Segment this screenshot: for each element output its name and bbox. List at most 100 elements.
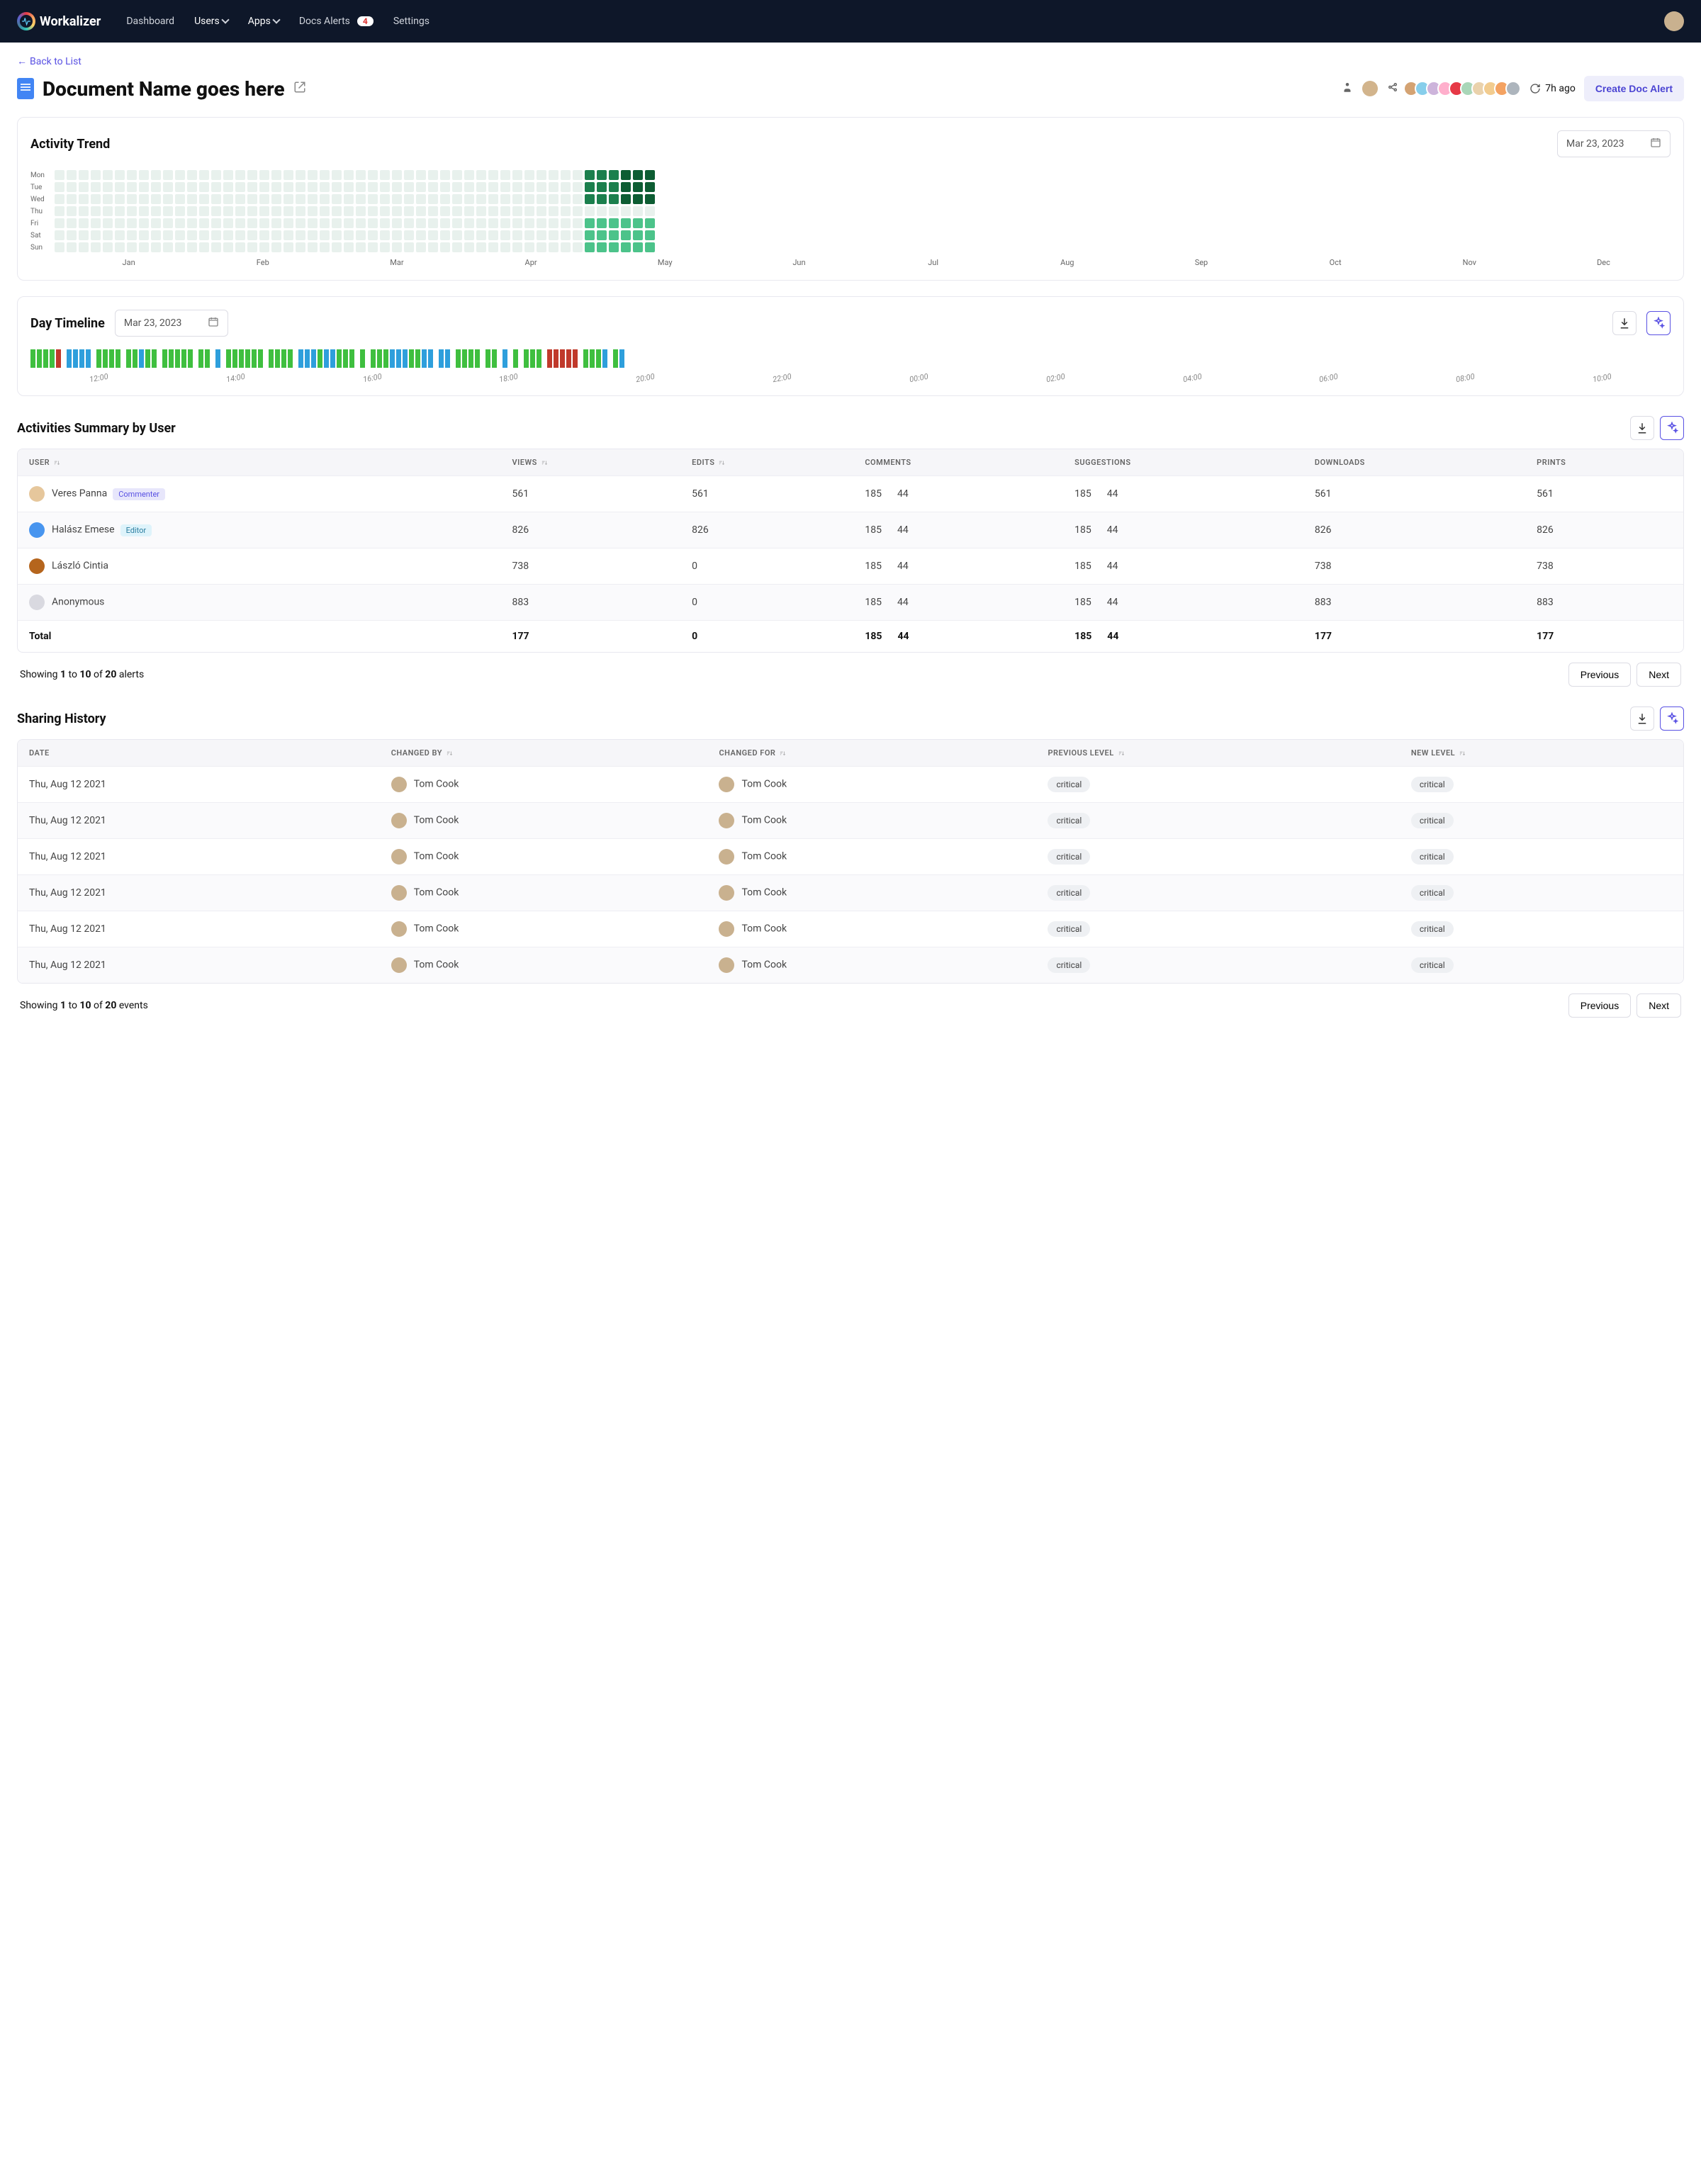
user-name: László Cintia: [52, 561, 108, 572]
timeline-hour-labels: 12:0014:0016:0018:0020:0022:0000:0002:00…: [30, 373, 1671, 383]
user-avatar: [391, 777, 407, 792]
shared-with: [1386, 81, 1521, 96]
user-avatar: [391, 813, 407, 828]
col-header[interactable]: CHANGED FOR: [707, 740, 1036, 767]
nav-users[interactable]: Users: [194, 16, 228, 27]
col-header[interactable]: PRINTS: [1525, 449, 1683, 476]
ai-summary-button[interactable]: [1660, 416, 1684, 440]
ai-summary-button[interactable]: [1646, 311, 1671, 335]
new-level-badge: critical: [1411, 777, 1454, 792]
logo-icon: [17, 12, 35, 30]
day-timeline-title: Day Timeline: [30, 316, 105, 331]
role-badge: Commenter: [113, 488, 165, 500]
next-button[interactable]: Next: [1637, 663, 1681, 687]
alerts-badge: 4: [357, 16, 374, 26]
changed-by: Tom Cook: [414, 779, 459, 790]
date-cell: Thu, Aug 12 2021: [18, 875, 380, 911]
brand-text: Workalizer: [40, 14, 101, 29]
col-header[interactable]: USER: [18, 449, 500, 476]
next-button[interactable]: Next: [1637, 994, 1681, 1018]
col-header[interactable]: NEW LEVEL: [1400, 740, 1683, 767]
nav-apps[interactable]: Apps: [248, 16, 279, 27]
activity-date-picker[interactable]: Mar 23, 2023: [1557, 130, 1671, 157]
nav-label: Dashboard: [126, 16, 174, 27]
activity-heatmap: [55, 170, 1671, 252]
previous-button[interactable]: Previous: [1568, 994, 1631, 1018]
nav-docs-alerts[interactable]: Docs Alerts4: [299, 16, 374, 27]
timeline-date-picker[interactable]: Mar 23, 2023: [115, 310, 228, 337]
changed-for: Tom Cook: [741, 815, 787, 826]
date-cell: Thu, Aug 12 2021: [18, 803, 380, 839]
shared-avatar: [1505, 81, 1521, 96]
logo[interactable]: Workalizer: [17, 12, 101, 30]
prev-level-badge: critical: [1048, 957, 1090, 973]
download-summary-button[interactable]: [1630, 416, 1654, 440]
ai-summary-button[interactable]: [1660, 707, 1684, 731]
table-row: Thu, Aug 12 2021 Tom Cook Tom Cook critical…: [18, 911, 1683, 947]
prev-level-badge: critical: [1048, 885, 1090, 901]
summary-title: Activities Summary by User: [17, 421, 176, 436]
col-header[interactable]: PREVIOUS LEVEL: [1036, 740, 1399, 767]
user-avatar: [29, 486, 45, 502]
download-sharing-button[interactable]: [1630, 707, 1654, 731]
col-header[interactable]: CHANGED BY: [380, 740, 708, 767]
changed-by: Tom Cook: [414, 923, 459, 935]
table-row: Veres PannaCommenter56156118544185445615…: [18, 476, 1683, 512]
prev-level-badge: critical: [1048, 849, 1090, 865]
col-header[interactable]: DOWNLOADS: [1303, 449, 1525, 476]
showing-text: Showing 1 to 10 of 20 alerts: [20, 669, 144, 680]
new-level-badge: critical: [1411, 957, 1454, 973]
new-level-badge: critical: [1411, 885, 1454, 901]
nav-dashboard[interactable]: Dashboard: [126, 16, 174, 27]
changed-for: Tom Cook: [741, 959, 787, 971]
time-ago: 7h ago: [1529, 83, 1576, 94]
date-cell: Thu, Aug 12 2021: [18, 947, 380, 984]
table-header: USERVIEWSEDITSCOMMENTSSUGGESTIONSDOWNLOA…: [18, 449, 1683, 476]
user-avatar: [391, 885, 407, 901]
create-doc-alert-button[interactable]: Create Doc Alert: [1584, 76, 1684, 101]
prev-level-badge: critical: [1048, 777, 1090, 792]
col-header[interactable]: DATE: [18, 740, 380, 767]
col-header[interactable]: VIEWS: [500, 449, 680, 476]
open-external-icon[interactable]: [293, 81, 306, 96]
col-header[interactable]: EDITS: [680, 449, 853, 476]
user-avatar[interactable]: [1664, 11, 1684, 31]
date-cell: Thu, Aug 12 2021: [18, 839, 380, 875]
prev-level-badge: critical: [1048, 813, 1090, 828]
date-value: Mar 23, 2023: [124, 317, 182, 329]
changed-for: Tom Cook: [741, 779, 787, 790]
document-title: Document Name goes here: [43, 77, 285, 101]
previous-button[interactable]: Previous: [1568, 663, 1631, 687]
sharing-pagination: Showing 1 to 10 of 20 events Previous Ne…: [17, 994, 1684, 1018]
prev-level-badge: critical: [1048, 921, 1090, 937]
col-header[interactable]: COMMENTS: [853, 449, 1063, 476]
sharing-title: Sharing History: [17, 711, 106, 726]
google-doc-icon: [17, 78, 34, 99]
download-timeline-button[interactable]: [1612, 311, 1637, 335]
user-name: Halász Emese: [52, 524, 115, 536]
back-to-list-link[interactable]: ← Back to List: [17, 55, 82, 67]
date-cell: Thu, Aug 12 2021: [18, 911, 380, 947]
nav-label: Apps: [248, 16, 271, 27]
sharing-table: DATECHANGED BYCHANGED FORPREVIOUS LEVELN…: [17, 739, 1684, 984]
chevron-down-icon: [272, 16, 280, 23]
table-row: Thu, Aug 12 2021Tom CookTom Cookcritical…: [18, 803, 1683, 839]
calendar-icon: [208, 316, 219, 330]
top-nav: Workalizer Dashboard Users Apps Docs Ale…: [0, 0, 1701, 43]
table-header: DATECHANGED BYCHANGED FORPREVIOUS LEVELN…: [18, 740, 1683, 767]
new-level-badge: critical: [1411, 813, 1454, 828]
new-level-badge: critical: [1411, 921, 1454, 937]
summary-pagination: Showing 1 to 10 of 20 alerts Previous Ne…: [17, 663, 1684, 687]
col-header[interactable]: SUGGESTIONS: [1063, 449, 1303, 476]
changed-by: Tom Cook: [414, 887, 459, 899]
user-name: Anonymous: [52, 597, 104, 608]
shared-icon: [1386, 81, 1399, 96]
table-row: Thu, Aug 12 2021Tom CookTom Cookcritical…: [18, 875, 1683, 911]
user-avatar: [719, 849, 734, 865]
heatmap-day-labels: MonTueWedThuFriSatSun: [30, 170, 45, 252]
nav-settings[interactable]: Settings: [393, 16, 430, 27]
summary-table: USERVIEWSEDITSCOMMENTSSUGGESTIONSDOWNLOA…: [17, 449, 1684, 653]
user-name: Veres Panna: [52, 488, 107, 500]
arrow-left-icon: ←: [17, 55, 27, 67]
changed-for: Tom Cook: [741, 923, 787, 935]
